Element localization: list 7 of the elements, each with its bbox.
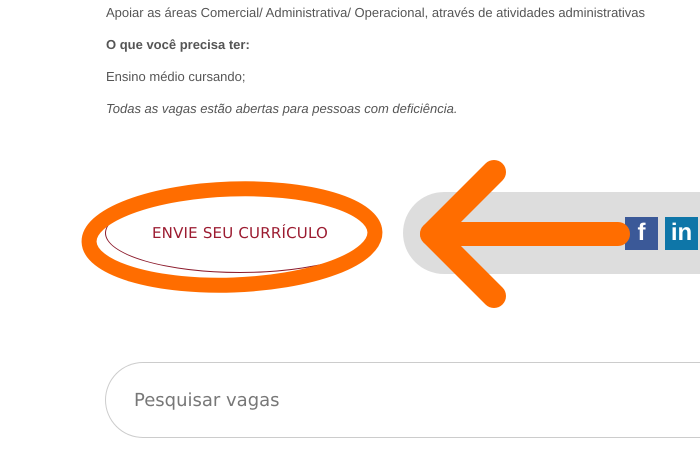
paragraph: O que você precisa ter:	[106, 36, 251, 54]
search-field[interactable]: Pesquisar vagas	[105, 362, 700, 438]
facebook-share-button[interactable]: f	[625, 216, 658, 250]
paragraph: Ensino médio cursando;	[106, 68, 246, 86]
linkedin-share-button[interactable]: in	[665, 216, 698, 250]
paragraph: Todas as vagas estão abertas para pessoas com deficiência.	[106, 100, 458, 118]
paragraph: Apoiar as áreas Comercial/ Administrativa/ Operacional, através de atividades administrativas	[106, 4, 646, 22]
